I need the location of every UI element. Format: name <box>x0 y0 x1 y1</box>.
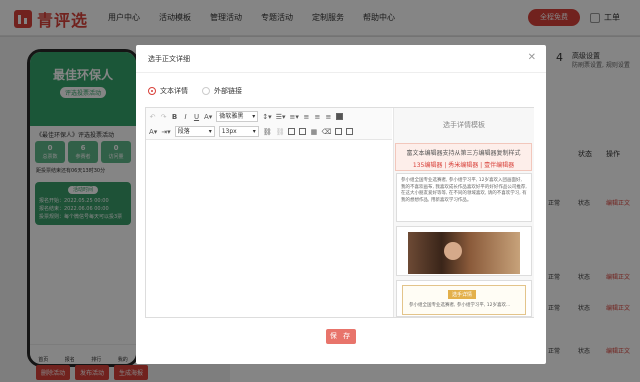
list-icon[interactable]: ☰▾ <box>276 113 286 121</box>
paragraph-select[interactable]: 段落 <box>174 126 215 137</box>
editor-toolbar: ↶ ↷ B I U A▾ 微软雅黑 ↕▾ ☰▾ ≡▾ ≡ ≡ ≡ A▾ ⇥▾ 段… <box>146 108 392 140</box>
content-detail-modal: 选手正文详细 ✕ 文本详情 外部链接 ↶ ↷ B I U A▾ 微软雅黑 ↕▾ … <box>136 45 546 364</box>
align-center-icon[interactable]: ≡ <box>314 113 321 121</box>
toolbar-row: A▾ ⇥▾ 段落 13px ⛓ ⛓ ▦ ⌫ <box>149 126 354 137</box>
notice-text: 富文本编辑器支持从第三方编辑器复制样式 <box>406 150 521 157</box>
document-icon[interactable] <box>346 128 354 135</box>
template-photo <box>408 232 520 274</box>
template-tag-text: 参小组全国专业选赛者, 参小组学习平, 12岁喜欢... <box>409 303 511 308</box>
bold-icon[interactable]: B <box>171 113 178 121</box>
editor-link-yiban[interactable]: 壹伴编辑器 <box>484 162 514 169</box>
modal-divider <box>136 72 546 73</box>
photo-face <box>444 242 462 260</box>
video-icon[interactable] <box>299 128 307 135</box>
close-icon[interactable]: ✕ <box>528 52 536 63</box>
content-type-radios: 文本详情 外部链接 <box>148 86 242 96</box>
editor-link-xiumi[interactable]: 秀米编辑器 <box>448 162 478 169</box>
table-icon[interactable]: ▦ <box>310 128 318 136</box>
radio-label: 文本详情 <box>160 87 188 95</box>
template-frame-card[interactable]: 选手详情 参小组全国专业选赛者, 参小组学习平, 12岁喜欢... <box>396 280 532 317</box>
radio-text-detail[interactable]: 文本详情 <box>148 86 188 96</box>
radio-unchecked-icon <box>202 87 210 95</box>
editor-link-135[interactable]: 135编辑器 <box>413 162 442 169</box>
template-tag: 选手详情 <box>448 290 477 299</box>
font-color-icon[interactable]: A▾ <box>204 113 212 121</box>
unlink-icon[interactable]: ⛓ <box>276 128 285 136</box>
template-text-card[interactable]: 参小组全国专业选赛者, 参小组学习平, 12岁喜欢入团画面好, 我的不喜欢画布,… <box>396 173 532 222</box>
undo-icon[interactable]: ↶ <box>149 113 156 121</box>
template-panel-title: 选手详情模板 <box>443 121 485 129</box>
font-size-select[interactable]: 13px <box>218 126 259 137</box>
redo-icon[interactable]: ↷ <box>160 113 167 121</box>
clear-format-icon[interactable]: ⌫ <box>321 128 331 136</box>
radio-checked-icon <box>148 87 156 95</box>
italic-icon[interactable]: I <box>182 113 189 121</box>
template-frame: 选手详情 参小组全国专业选赛者, 参小组学习平, 12岁喜欢... <box>402 285 526 315</box>
highlight-icon[interactable]: A▾ <box>149 128 157 136</box>
code-icon[interactable] <box>335 128 343 135</box>
link-icon[interactable]: ⛓ <box>263 128 272 136</box>
radio-label: 外部链接 <box>214 87 242 95</box>
font-family-select[interactable]: 微软雅黑 <box>216 111 259 122</box>
template-sample-text: 参小组全国专业选赛者, 参小组学习平, 12岁喜欢入团画面好, 我的不喜欢画布,… <box>401 178 527 203</box>
radio-external-link[interactable]: 外部链接 <box>202 86 242 96</box>
template-photo-card[interactable] <box>396 226 532 276</box>
rich-text-editor: ↶ ↷ B I U A▾ 微软雅黑 ↕▾ ☰▾ ≡▾ ≡ ≡ ≡ A▾ ⇥▾ 段… <box>145 107 534 318</box>
align-right-icon[interactable]: ≡ <box>325 113 332 121</box>
indent-icon[interactable]: ⇥▾ <box>161 128 170 136</box>
toolbar-row: ↶ ↷ B I U A▾ 微软雅黑 ↕▾ ☰▾ ≡▾ ≡ ≡ ≡ <box>149 111 343 122</box>
editor-links: 135编辑器 | 秀米编辑器 | 壹伴编辑器 <box>412 162 515 169</box>
underline-icon[interactable]: U <box>193 113 200 121</box>
template-panel: 选手详情模板 富文本编辑器支持从第三方编辑器复制样式 135编辑器 | 秀米编辑… <box>393 108 534 317</box>
ordered-list-icon[interactable]: ≡▾ <box>290 113 299 121</box>
editor-notice: 富文本编辑器支持从第三方编辑器复制样式 135编辑器 | 秀米编辑器 | 壹伴编… <box>395 143 532 171</box>
modal-title: 选手正文详细 <box>148 55 190 63</box>
save-button[interactable]: 保 存 <box>326 329 356 344</box>
fullscreen-icon[interactable] <box>335 113 343 120</box>
align-left-icon[interactable]: ≡ <box>303 113 310 121</box>
line-height-icon[interactable]: ↕▾ <box>262 113 271 121</box>
image-icon[interactable] <box>288 128 296 135</box>
